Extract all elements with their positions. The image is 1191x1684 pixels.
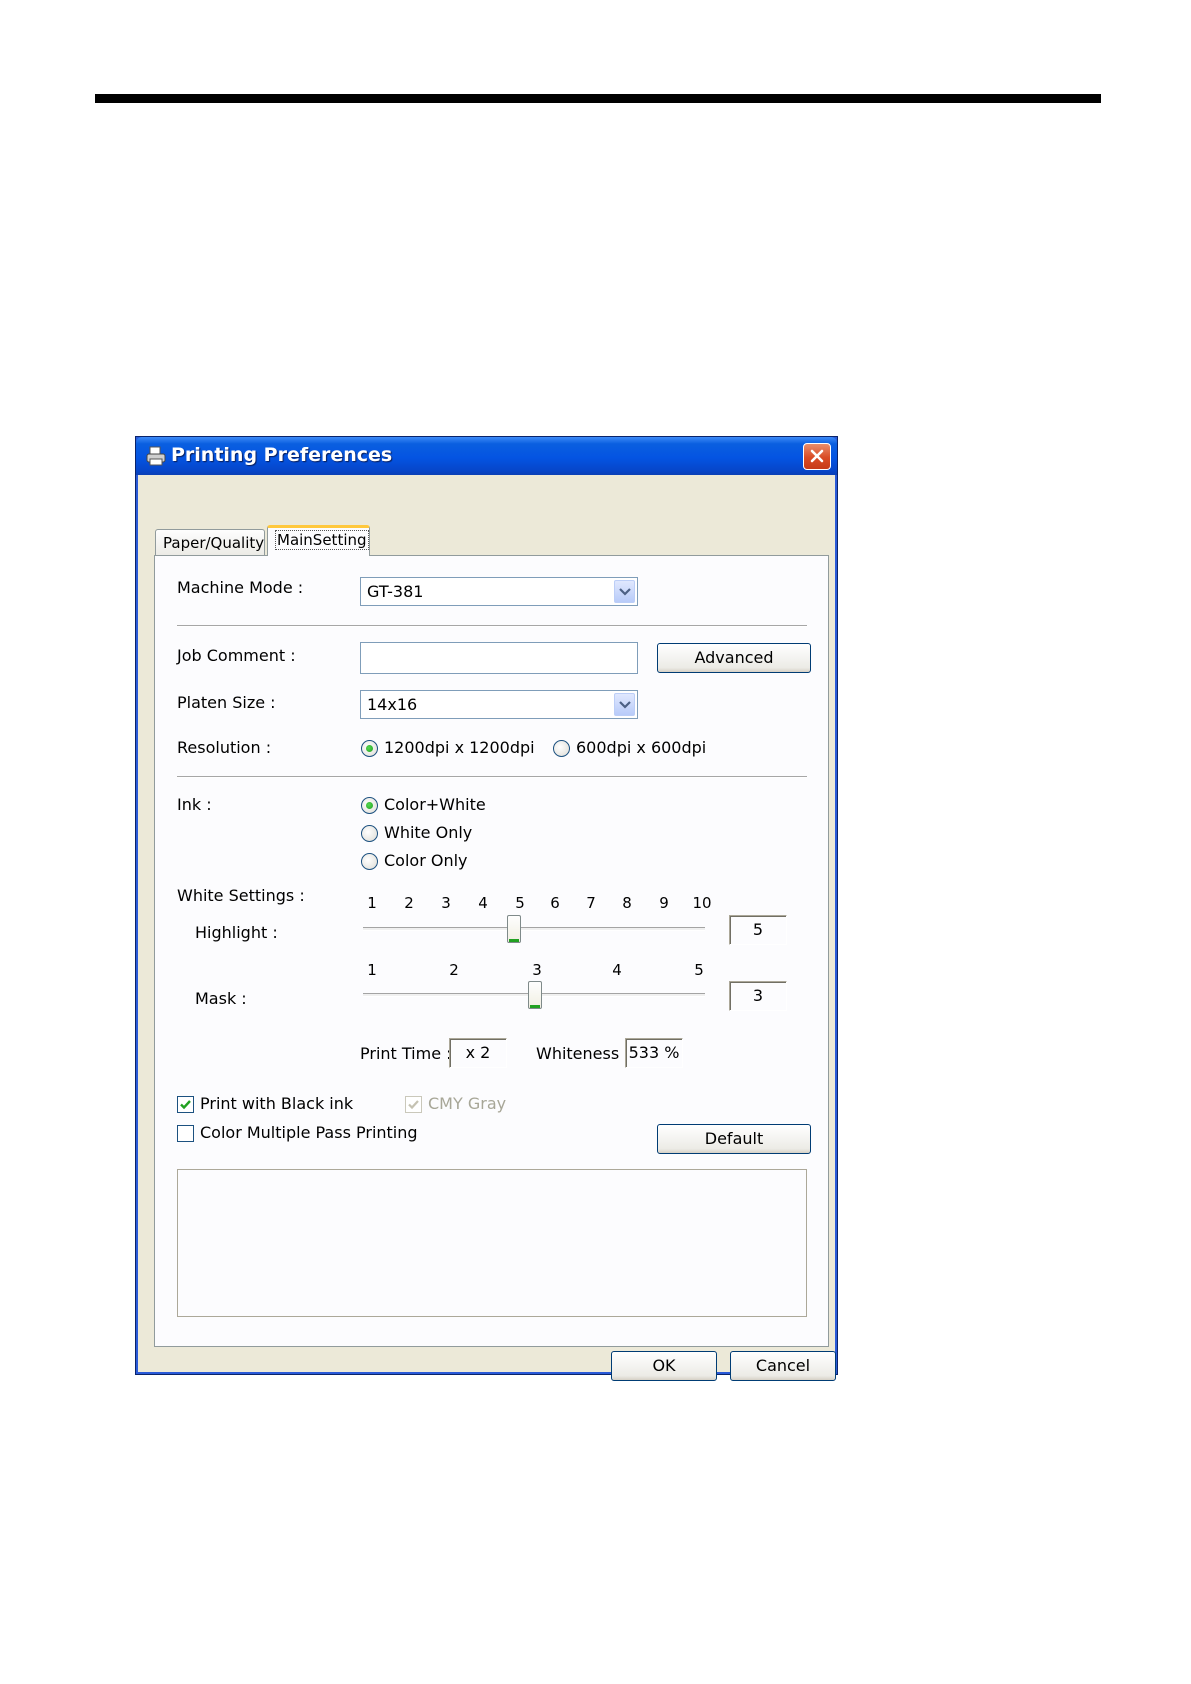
whiteness-label: Whiteness : [536,1044,630,1063]
ink-color-only-label[interactable]: Color Only [384,851,468,870]
mask-tick-2: 2 [449,961,459,979]
print-black-ink-label[interactable]: Print with Black ink [200,1094,353,1113]
dialog-client-area: Paper/Quality MainSetting Machine Mode :… [140,475,836,1381]
mask-value: 3 [729,981,787,1011]
highlight-tick-9: 9 [659,894,669,912]
mask-tick-5: 5 [694,961,704,979]
whiteness-value: 533 % [625,1038,683,1068]
machine-mode-dropdown-button[interactable] [614,580,635,603]
highlight-tick-1: 1 [367,894,377,912]
cmy-gray-label: CMY Gray [428,1094,507,1113]
message-area [177,1169,807,1317]
separator [177,776,807,778]
mask-tick-3: 3 [532,961,542,979]
cmy-gray-checkbox [405,1096,422,1113]
white-settings-label: White Settings : [177,886,305,905]
highlight-tick-5: 5 [515,894,525,912]
platen-size-select[interactable]: 14x16 [360,690,638,719]
mask-slider-thumb[interactable] [528,981,542,1009]
color-multiple-pass-label[interactable]: Color Multiple Pass Printing [200,1123,418,1142]
platen-size-dropdown-button[interactable] [614,693,635,716]
tab-paper-quality[interactable]: Paper/Quality [155,529,265,555]
platen-size-label: Platen Size : [177,693,276,712]
highlight-tick-3: 3 [441,894,451,912]
machine-mode-label: Machine Mode : [177,578,304,597]
machine-mode-select[interactable]: GT-381 [360,577,638,606]
ink-color-white-radio[interactable] [361,797,378,814]
mask-tick-4: 4 [612,961,622,979]
highlight-tick-4: 4 [478,894,488,912]
job-comment-input[interactable] [360,642,638,674]
ink-color-white-label[interactable]: Color+White [384,795,486,814]
ink-color-only-radio[interactable] [361,853,378,870]
resolution-600-label[interactable]: 600dpi x 600dpi [576,738,706,757]
print-time-value: x 2 [449,1038,507,1068]
job-comment-label: Job Comment : [177,646,296,665]
mask-tick-1: 1 [367,961,377,979]
resolution-600-radio[interactable] [553,740,570,757]
tab-mainsetting-label: MainSetting [275,530,369,550]
page-top-rule [95,94,1101,103]
cancel-button[interactable]: Cancel [730,1351,836,1381]
mask-label: Mask : [195,989,247,1008]
printing-preferences-dialog: Printing Preferences Paper/Quality MainS… [135,436,838,1381]
chevron-down-icon [619,701,631,709]
title-bar[interactable]: Printing Preferences [136,437,837,475]
highlight-value: 5 [729,915,787,945]
resolution-label: Resolution : [177,738,272,757]
print-time-label: Print Time : [360,1044,452,1063]
ink-white-only-radio[interactable] [361,825,378,842]
ink-label: Ink : [177,795,212,814]
tab-mainsetting[interactable]: MainSetting [267,525,370,556]
checkmark-icon [408,1100,419,1110]
close-icon [810,449,824,463]
highlight-tick-6: 6 [550,894,560,912]
printer-icon [146,446,166,466]
tab-paper-quality-label: Paper/Quality [163,534,265,552]
ink-white-only-label[interactable]: White Only [384,823,472,842]
highlight-tick-10: 10 [692,894,712,912]
close-button[interactable] [803,443,831,470]
machine-mode-value: GT-381 [367,582,424,601]
separator [177,625,807,627]
highlight-slider-track[interactable] [363,927,705,931]
checkmark-icon [180,1100,191,1110]
highlight-tick-7: 7 [586,894,596,912]
ok-button[interactable]: OK [611,1351,717,1381]
highlight-slider-thumb[interactable] [507,915,522,943]
highlight-tick-8: 8 [622,894,632,912]
highlight-label: Highlight : [195,923,278,942]
resolution-1200-radio[interactable] [361,740,378,757]
advanced-button[interactable]: Advanced [657,643,811,673]
chevron-down-icon [619,588,631,596]
default-button[interactable]: Default [657,1124,811,1154]
highlight-tick-2: 2 [404,894,414,912]
resolution-1200-label[interactable]: 1200dpi x 1200dpi [384,738,535,757]
mainsetting-panel: Machine Mode : GT-381 Job Comment : Adva… [154,555,829,1347]
print-black-ink-checkbox[interactable] [177,1096,194,1113]
window-title: Printing Preferences [171,444,393,466]
color-multiple-pass-checkbox[interactable] [177,1125,194,1142]
platen-size-value: 14x16 [367,695,418,714]
